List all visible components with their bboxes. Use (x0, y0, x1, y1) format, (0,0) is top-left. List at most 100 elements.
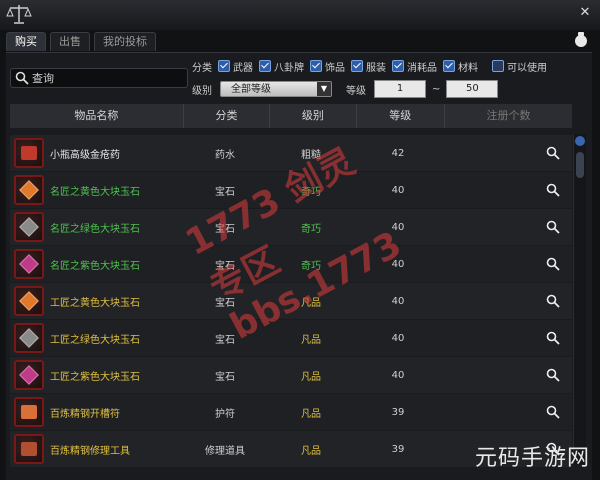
checkbox-icon[interactable] (310, 60, 322, 72)
item-grade: 凡品 (301, 371, 321, 383)
search-icon[interactable] (546, 294, 560, 308)
item-grade: 凡品 (301, 334, 321, 346)
table-row[interactable]: 名匠之紫色大块玉石 宝石 奇巧 40 (10, 246, 572, 282)
tab-my-bids[interactable]: 我的投标 (94, 32, 156, 51)
scrollbar[interactable] (573, 134, 586, 464)
filter-label: 八卦牌 (274, 62, 304, 74)
level-filter: 级别 全部等级 ▼ 等级 1 ~ 50 (192, 80, 499, 98)
level-min-input[interactable]: 1 (374, 80, 426, 98)
green-gem-icon (14, 323, 44, 353)
category-label: 分类 (192, 62, 212, 74)
item-name: 小瓶高级金疮药 (50, 149, 120, 161)
item-level: 40 (391, 295, 405, 307)
filter-weapon[interactable]: 武器 (218, 59, 253, 74)
item-name: 名匠之绿色大块玉石 (50, 223, 140, 235)
filter-label: 材料 (458, 62, 478, 74)
item-category: 药水 (215, 149, 235, 161)
chevron-down-icon[interactable]: ▼ (317, 82, 331, 96)
filter-accessory[interactable]: 饰品 (310, 59, 345, 74)
table-row[interactable]: 工匠之绿色大块玉石 宝石 凡品 40 (10, 320, 572, 356)
search-icon[interactable] (546, 368, 560, 382)
repair-tool-icon (14, 434, 44, 464)
bag-icon[interactable] (572, 30, 590, 48)
checkbox-icon[interactable] (351, 60, 363, 72)
filter-costume[interactable]: 服装 (351, 59, 386, 74)
filter-label: 饰品 (325, 62, 345, 74)
purple-gem-icon-glyph (19, 254, 39, 274)
item-name: 百炼精钢开槽符 (50, 408, 120, 420)
item-level: 40 (391, 258, 405, 270)
column-registered-count[interactable]: 注册个数 (445, 104, 572, 128)
repair-tool-icon-glyph (21, 442, 37, 456)
item-list: 小瓶高级金疮药 药水 粗糙 42 名匠之黄色大块玉石 宝石 奇巧 40 名匠之绿色大块玉石 宝石奇… (10, 135, 572, 468)
tab-buy[interactable]: 购买 (6, 32, 46, 51)
item-name: 百炼精钢修理工具 (50, 445, 130, 457)
checkbox-icon[interactable] (443, 60, 455, 72)
table-row[interactable]: 工匠之黄色大块玉石 宝石 凡品 40 (10, 283, 572, 319)
filter-bagua[interactable]: 八卦牌 (259, 59, 304, 74)
yellow-gem-icon-glyph (19, 180, 39, 200)
table-row[interactable]: 工匠之紫色大块玉石 宝石 凡品 40 (10, 357, 572, 393)
purple-gem-icon (14, 249, 44, 279)
search-text: 查询 (32, 72, 54, 85)
item-name: 工匠之黄色大块玉石 (50, 297, 140, 309)
item-category: 宝石 (215, 334, 235, 346)
checkbox-icon[interactable] (492, 60, 504, 72)
category-filters: 分类 武器 八卦牌 饰品 服装 消耗品 材料 可以使用 (192, 58, 547, 74)
search-icon (15, 71, 29, 85)
yellow-gem-icon (14, 286, 44, 316)
green-gem-icon-glyph (19, 217, 39, 237)
table-header: 物品名称 分类 级别 等级 注册个数 (10, 104, 572, 128)
scroll-up-icon[interactable] (575, 136, 585, 146)
filter-label: 武器 (233, 62, 253, 74)
item-grade: 凡品 (301, 445, 321, 457)
grade-select-value: 全部等级 (231, 84, 271, 95)
search-icon[interactable] (546, 220, 560, 234)
filter-consumable[interactable]: 消耗品 (392, 59, 437, 74)
search-icon[interactable] (546, 257, 560, 271)
column-level[interactable]: 等级 (357, 104, 445, 128)
title-bar: ✕ (0, 0, 600, 30)
scale-icon (6, 5, 32, 24)
yellow-gem-icon-glyph (19, 291, 39, 311)
item-grade: 奇巧 (301, 260, 321, 272)
item-category: 宝石 (215, 186, 235, 198)
checkbox-icon[interactable] (392, 60, 404, 72)
corner-watermark: 元码手游网 (475, 446, 591, 471)
item-name: 名匠之黄色大块玉石 (50, 186, 140, 198)
table-row[interactable]: 百炼精钢开槽符 护符 凡品 39 (10, 394, 572, 430)
checkbox-icon[interactable] (259, 60, 271, 72)
level-max-input[interactable]: 50 (446, 80, 499, 98)
purple-gem-icon-glyph (19, 365, 39, 385)
item-level: 39 (391, 406, 405, 418)
potion-icon-glyph (21, 146, 37, 160)
item-grade: 奇巧 (301, 223, 321, 235)
column-category[interactable]: 分类 (184, 104, 271, 128)
scroll-thumb[interactable] (576, 152, 584, 178)
search-input[interactable]: 查询 (10, 68, 188, 88)
table-row[interactable]: 名匠之绿色大块玉石 宝石 奇巧 40 (10, 209, 572, 245)
purple-gem-icon (14, 360, 44, 390)
search-icon[interactable] (546, 405, 560, 419)
item-level: 40 (391, 332, 405, 344)
item-name: 名匠之紫色大块玉石 (50, 260, 140, 272)
checkbox-icon[interactable] (218, 60, 230, 72)
close-icon[interactable]: ✕ (578, 6, 592, 20)
column-grade[interactable]: 级别 (270, 104, 357, 128)
filter-usable[interactable]: 可以使用 (492, 59, 547, 74)
item-grade: 粗糙 (301, 149, 321, 161)
table-row[interactable]: 名匠之黄色大块玉石 宝石 奇巧 40 (10, 172, 572, 208)
search-icon[interactable] (546, 331, 560, 345)
item-category: 宝石 (215, 223, 235, 235)
filter-material[interactable]: 材料 (443, 59, 478, 74)
item-grade: 凡品 (301, 297, 321, 309)
tab-sell[interactable]: 出售 (50, 32, 90, 51)
item-category: 修理道具 (205, 445, 245, 457)
search-icon[interactable] (546, 146, 560, 160)
table-row[interactable]: 小瓶高级金疮药 药水 粗糙 42 (10, 135, 572, 171)
grade-select[interactable]: 全部等级 ▼ (220, 81, 332, 97)
column-item-name[interactable]: 物品名称 (10, 104, 184, 128)
search-icon[interactable] (546, 183, 560, 197)
item-level: 40 (391, 184, 405, 196)
talisman-icon (14, 397, 44, 427)
